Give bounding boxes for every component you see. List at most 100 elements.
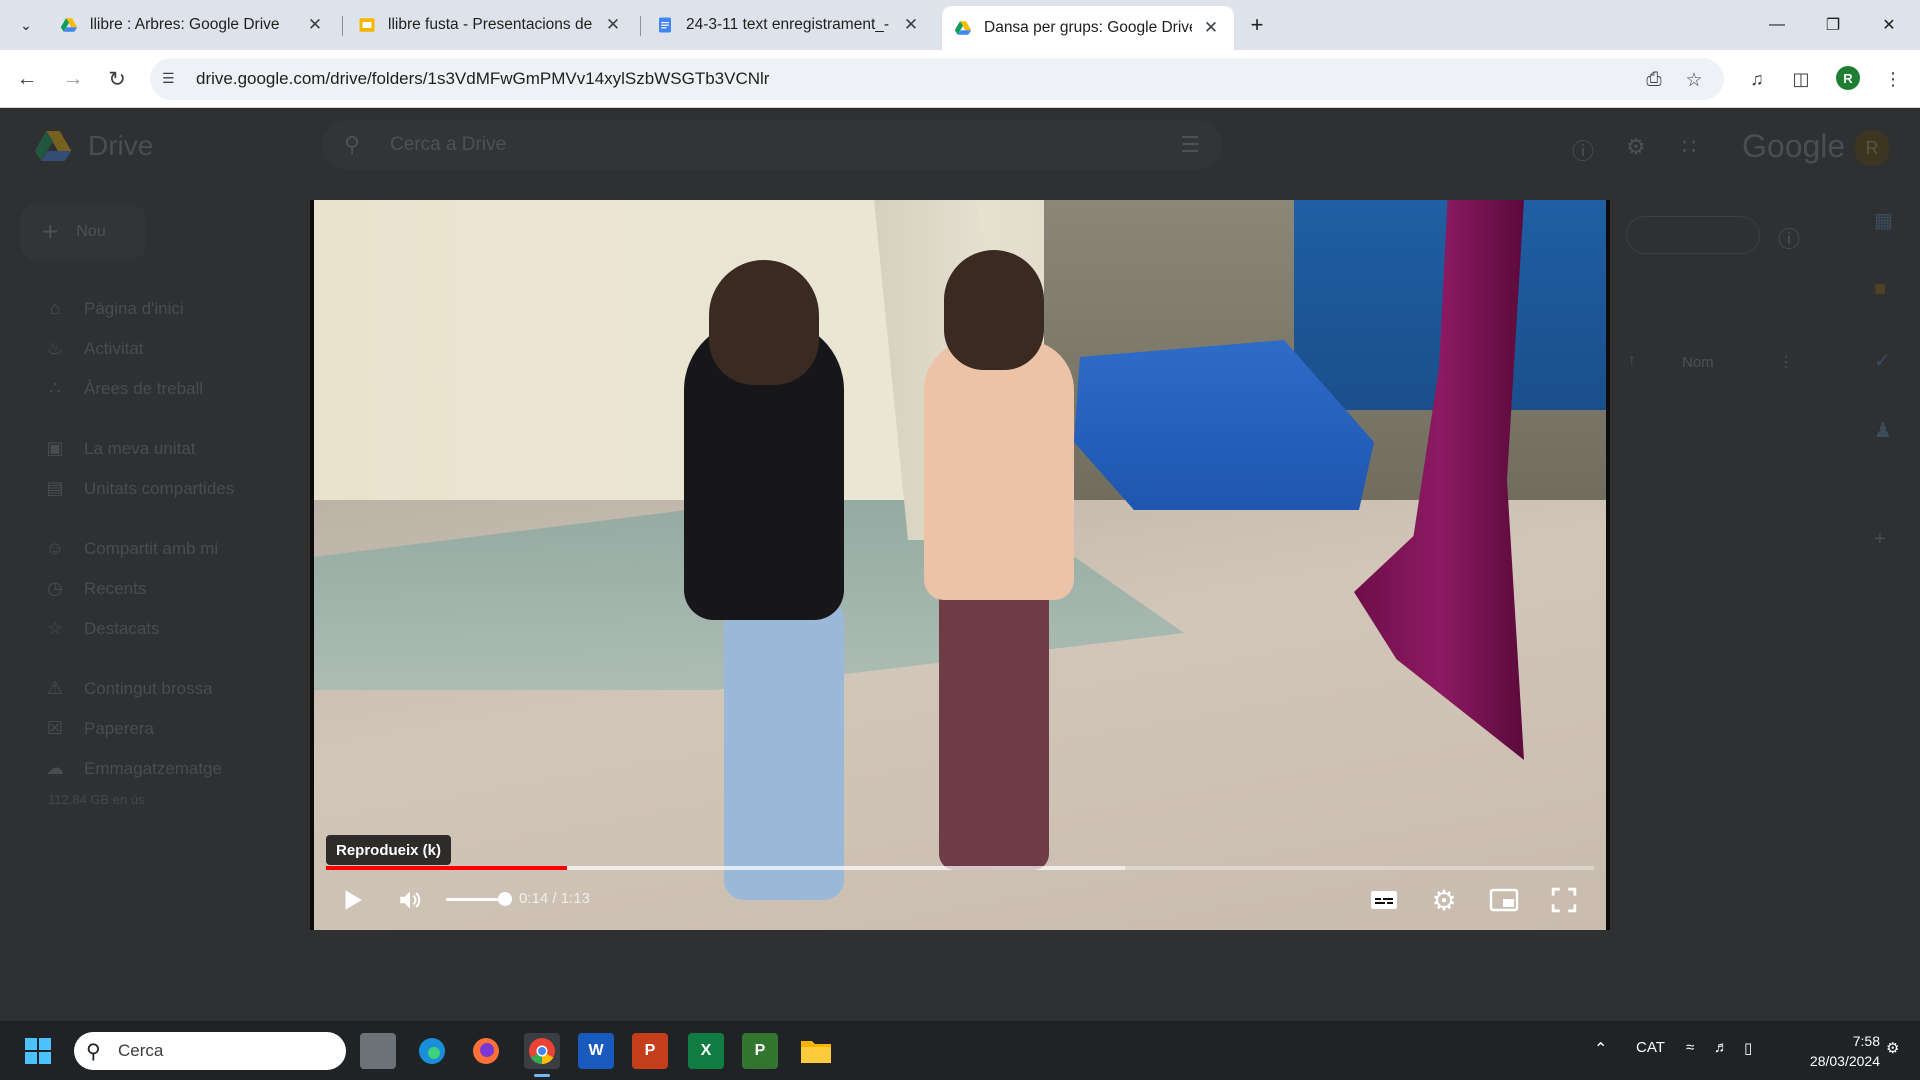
fullscreen-button[interactable] xyxy=(1544,880,1584,920)
play-button[interactable] xyxy=(332,880,372,920)
spam-icon: ⚠ xyxy=(46,678,64,698)
new-tab-plus-icon[interactable]: + xyxy=(1244,12,1270,38)
site-info-icon[interactable]: ☰ xyxy=(162,70,180,88)
tab-text-enregistrament[interactable]: 24-3-11 text enregistrament_- ✕ xyxy=(644,6,934,44)
sidebar-item-shared-drives[interactable]: ▤ Unitats compartides xyxy=(44,478,234,499)
tab-close-icon[interactable]: ✕ xyxy=(602,14,624,36)
video-player[interactable]: Reprodueix (k) 0:14 / 1:13 ⚙ xyxy=(310,200,1610,930)
wifi-icon[interactable]: ≈ xyxy=(1686,1039,1694,1056)
add-addon-icon[interactable]: + xyxy=(1874,528,1898,552)
restore-icon[interactable]: ❐ xyxy=(1806,0,1860,50)
forward-arrow-icon[interactable]: → xyxy=(58,64,88,94)
firefox-icon[interactable] xyxy=(468,1033,504,1069)
sidebar-item-label: Emmagatzematge xyxy=(84,758,222,778)
search-options-icon[interactable]: ☰ xyxy=(1180,132,1200,158)
notifications-icon[interactable]: ⚙ xyxy=(1886,1039,1899,1057)
progress-played xyxy=(326,866,567,870)
details-info-icon[interactable]: ⓘ xyxy=(1778,222,1800,254)
keep-icon[interactable]: ■ xyxy=(1874,278,1898,302)
tab-close-icon[interactable]: ✕ xyxy=(1200,17,1222,39)
chrome-icon[interactable] xyxy=(524,1033,560,1069)
media-controls-icon[interactable]: ♫ xyxy=(1742,64,1772,94)
sidebar-item-recent[interactable]: ◷ Recents xyxy=(44,578,146,599)
volume-slider[interactable] xyxy=(446,898,504,901)
minimize-icon[interactable]: — xyxy=(1750,0,1804,50)
close-window-icon[interactable]: ✕ xyxy=(1862,0,1916,50)
miniplayer-button[interactable] xyxy=(1484,880,1524,920)
speaker-icon[interactable]: ♬ xyxy=(1714,1039,1729,1056)
tab-search-chevron-icon[interactable]: ⌄ xyxy=(12,11,40,39)
file-explorer-icon[interactable] xyxy=(798,1033,834,1069)
sidebar-item-my-drive[interactable]: ▣ La meva unitat xyxy=(44,438,195,459)
more-options-icon[interactable]: ⋮ xyxy=(1778,352,1794,372)
sidebar-item-workspaces[interactable]: ∴ Àrees de treball xyxy=(44,378,203,399)
mute-button[interactable] xyxy=(390,880,430,920)
edge-icon[interactable] xyxy=(414,1033,450,1069)
gear-icon: ⚙ xyxy=(1431,884,1457,916)
sidebar-item-shared-with-me[interactable]: ☺ Compartit amb mi xyxy=(44,538,218,559)
drive-search-bar[interactable]: ⚲ Cerca a Drive ☰ xyxy=(322,120,1222,170)
sidebar-item-spam[interactable]: ⚠ Contingut brossa xyxy=(44,678,213,699)
drive-search-placeholder: Cerca a Drive xyxy=(390,134,507,155)
sort-by-name[interactable]: Nom xyxy=(1682,354,1714,371)
sidebar-item-label: Contingut brossa xyxy=(84,678,213,698)
browser-menu-icon[interactable]: ⋮ xyxy=(1878,64,1908,94)
tab-llibre-fusta[interactable]: llibre fusta - Presentacions de Google ✕ xyxy=(346,6,636,44)
side-panel-icon[interactable]: ◫ xyxy=(1786,64,1816,94)
tab-title: 24-3-11 text enregistrament_- xyxy=(686,16,890,33)
video-scene-child-right-body xyxy=(924,340,1074,600)
sidebar-item-trash[interactable]: ☒ Paperera xyxy=(44,718,154,739)
tab-close-icon[interactable]: ✕ xyxy=(900,14,922,36)
taskbar-search-placeholder: Cerca xyxy=(118,1041,164,1060)
help-icon[interactable]: ⓘ xyxy=(1572,134,1594,166)
battery-icon[interactable]: ▯ xyxy=(1744,1039,1752,1057)
tab-close-icon[interactable]: ✕ xyxy=(304,14,326,36)
address-bar[interactable]: ☰ drive.google.com/drive/folders/1s3VdMF… xyxy=(150,58,1724,100)
back-arrow-icon[interactable]: ← xyxy=(12,64,42,94)
video-frame[interactable]: Reprodueix (k) 0:14 / 1:13 ⚙ xyxy=(314,200,1606,930)
install-app-icon[interactable]: ⎙ xyxy=(1642,68,1666,92)
new-button-label: Nou xyxy=(76,223,106,240)
browser-toolbar: ← → ↻ ☰ drive.google.com/drive/folders/1… xyxy=(0,50,1920,108)
tab-arbres[interactable]: llibre : Arbres: Google Drive ✕ xyxy=(48,6,338,44)
sidebar-item-label: Pàgina d'inici xyxy=(84,298,184,318)
windows-taskbar: ⚲ Cerca W P X P ⌃ CAT ≈ ♬ ▯ 7:58 28/03/2… xyxy=(0,1020,1920,1080)
profile-avatar[interactable]: R xyxy=(1836,66,1860,90)
progress-bar[interactable] xyxy=(326,866,1594,870)
apps-grid-icon[interactable]: ∷ xyxy=(1682,134,1696,160)
project-icon[interactable]: P xyxy=(742,1033,778,1069)
sidebar-item-starred[interactable]: ☆ Destacats xyxy=(44,618,160,639)
plus-icon: + xyxy=(42,216,59,247)
excel-icon[interactable]: X xyxy=(688,1033,724,1069)
view-toggle[interactable] xyxy=(1626,216,1760,254)
taskbar-search[interactable]: ⚲ Cerca xyxy=(74,1032,346,1070)
tasks-icon[interactable]: ✓ xyxy=(1874,348,1898,372)
powerpoint-icon[interactable]: P xyxy=(632,1033,668,1069)
url-text[interactable]: drive.google.com/drive/folders/1s3VdMFwG… xyxy=(196,69,769,89)
settings-gear-icon[interactable]: ⚙ xyxy=(1626,134,1646,160)
task-view-icon[interactable] xyxy=(360,1033,396,1069)
windows-start-icon[interactable] xyxy=(24,1037,52,1065)
subtitles-button[interactable] xyxy=(1364,880,1404,920)
calendar-icon[interactable]: ▦ xyxy=(1874,208,1898,232)
reload-icon[interactable]: ↻ xyxy=(102,64,132,94)
sort-arrow-icon[interactable]: ↑ xyxy=(1628,352,1636,370)
drive-avatar[interactable]: R xyxy=(1854,130,1890,166)
chrome-active-indicator xyxy=(534,1074,550,1077)
tab-title: Dansa per grups: Google Drive xyxy=(984,19,1192,36)
input-language[interactable]: CAT xyxy=(1636,1039,1665,1056)
settings-button[interactable]: ⚙ xyxy=(1424,880,1464,920)
sidebar-item-storage[interactable]: ☁ Emmagatzematge xyxy=(44,758,222,779)
sidebar-item-activity[interactable]: ♨ Activitat xyxy=(44,338,144,359)
system-clock[interactable]: 7:58 28/03/2024 xyxy=(1780,1031,1880,1071)
word-icon[interactable]: W xyxy=(578,1033,614,1069)
new-button[interactable]: + Nou xyxy=(20,204,146,260)
tab-dansa-per-grups[interactable]: Dansa per grups: Google Drive ✕ xyxy=(942,6,1234,50)
sidebar-item-label: Àrees de treball xyxy=(84,378,204,398)
sidebar-item-home[interactable]: ⌂ Pàgina d'inici xyxy=(44,298,184,319)
volume-slider-knob[interactable] xyxy=(498,892,512,906)
shared-drives-icon: ▤ xyxy=(46,478,64,498)
contacts-icon[interactable]: ♟ xyxy=(1874,418,1898,442)
bookmark-star-icon[interactable]: ☆ xyxy=(1682,68,1706,92)
show-hidden-icons-chevron-icon[interactable]: ⌃ xyxy=(1594,1039,1607,1059)
